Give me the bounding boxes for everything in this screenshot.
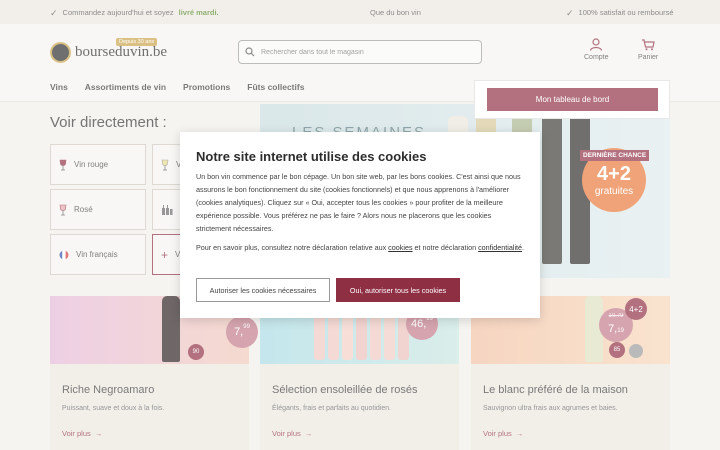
- more-info-text: et notre déclaration: [412, 243, 479, 252]
- allow-necessary-button[interactable]: Autoriser les cookies nécessaires: [196, 278, 330, 302]
- cookies-policy-link[interactable]: cookies: [388, 243, 412, 252]
- more-info-text: Pour en savoir plus, consultez notre déc…: [196, 243, 389, 252]
- cookie-consent-modal: Notre site internet utilise des cookies …: [180, 132, 540, 318]
- accept-all-button[interactable]: Oui, autoriser tous les cookies: [336, 278, 460, 302]
- cookie-more-info: Pour en savoir plus, consultez notre déc…: [196, 241, 526, 254]
- privacy-policy-link[interactable]: confidentialité: [478, 243, 522, 252]
- cookie-description: Un bon vin commence par le bon cépage. U…: [196, 172, 521, 233]
- cookie-title: Notre site internet utilise des cookies: [196, 149, 427, 164]
- more-info-text: .: [522, 243, 525, 252]
